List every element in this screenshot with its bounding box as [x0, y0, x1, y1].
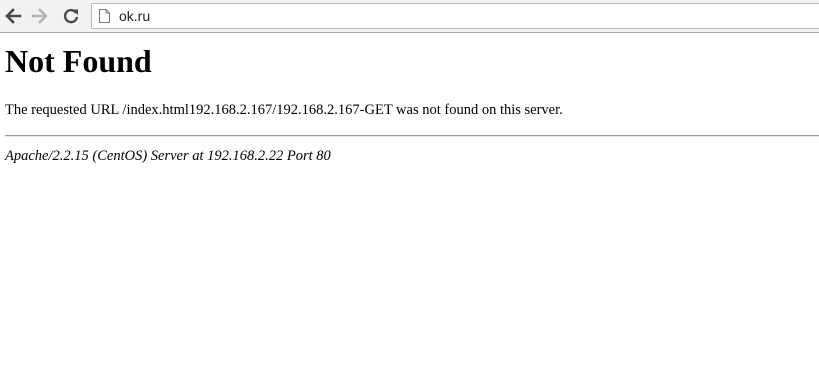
back-button[interactable] [3, 6, 23, 26]
arrow-right-icon [31, 8, 48, 24]
url-text[interactable]: ok.ru [119, 9, 150, 23]
server-signature: Apache/2.2.15 (CentOS) Server at 192.168… [5, 148, 331, 164]
arrow-left-icon [5, 8, 22, 24]
address-bar[interactable]: ok.ru [91, 3, 819, 29]
error-message: The requested URL /index.html192.168.2.1… [5, 102, 563, 118]
forward-button[interactable] [30, 6, 50, 26]
reload-icon [63, 8, 79, 24]
browser-toolbar: ok.ru [0, 0, 819, 33]
divider [5, 135, 819, 137]
page-icon [98, 9, 110, 24]
page-title: Not Found [5, 43, 152, 79]
reload-button[interactable] [61, 6, 81, 26]
